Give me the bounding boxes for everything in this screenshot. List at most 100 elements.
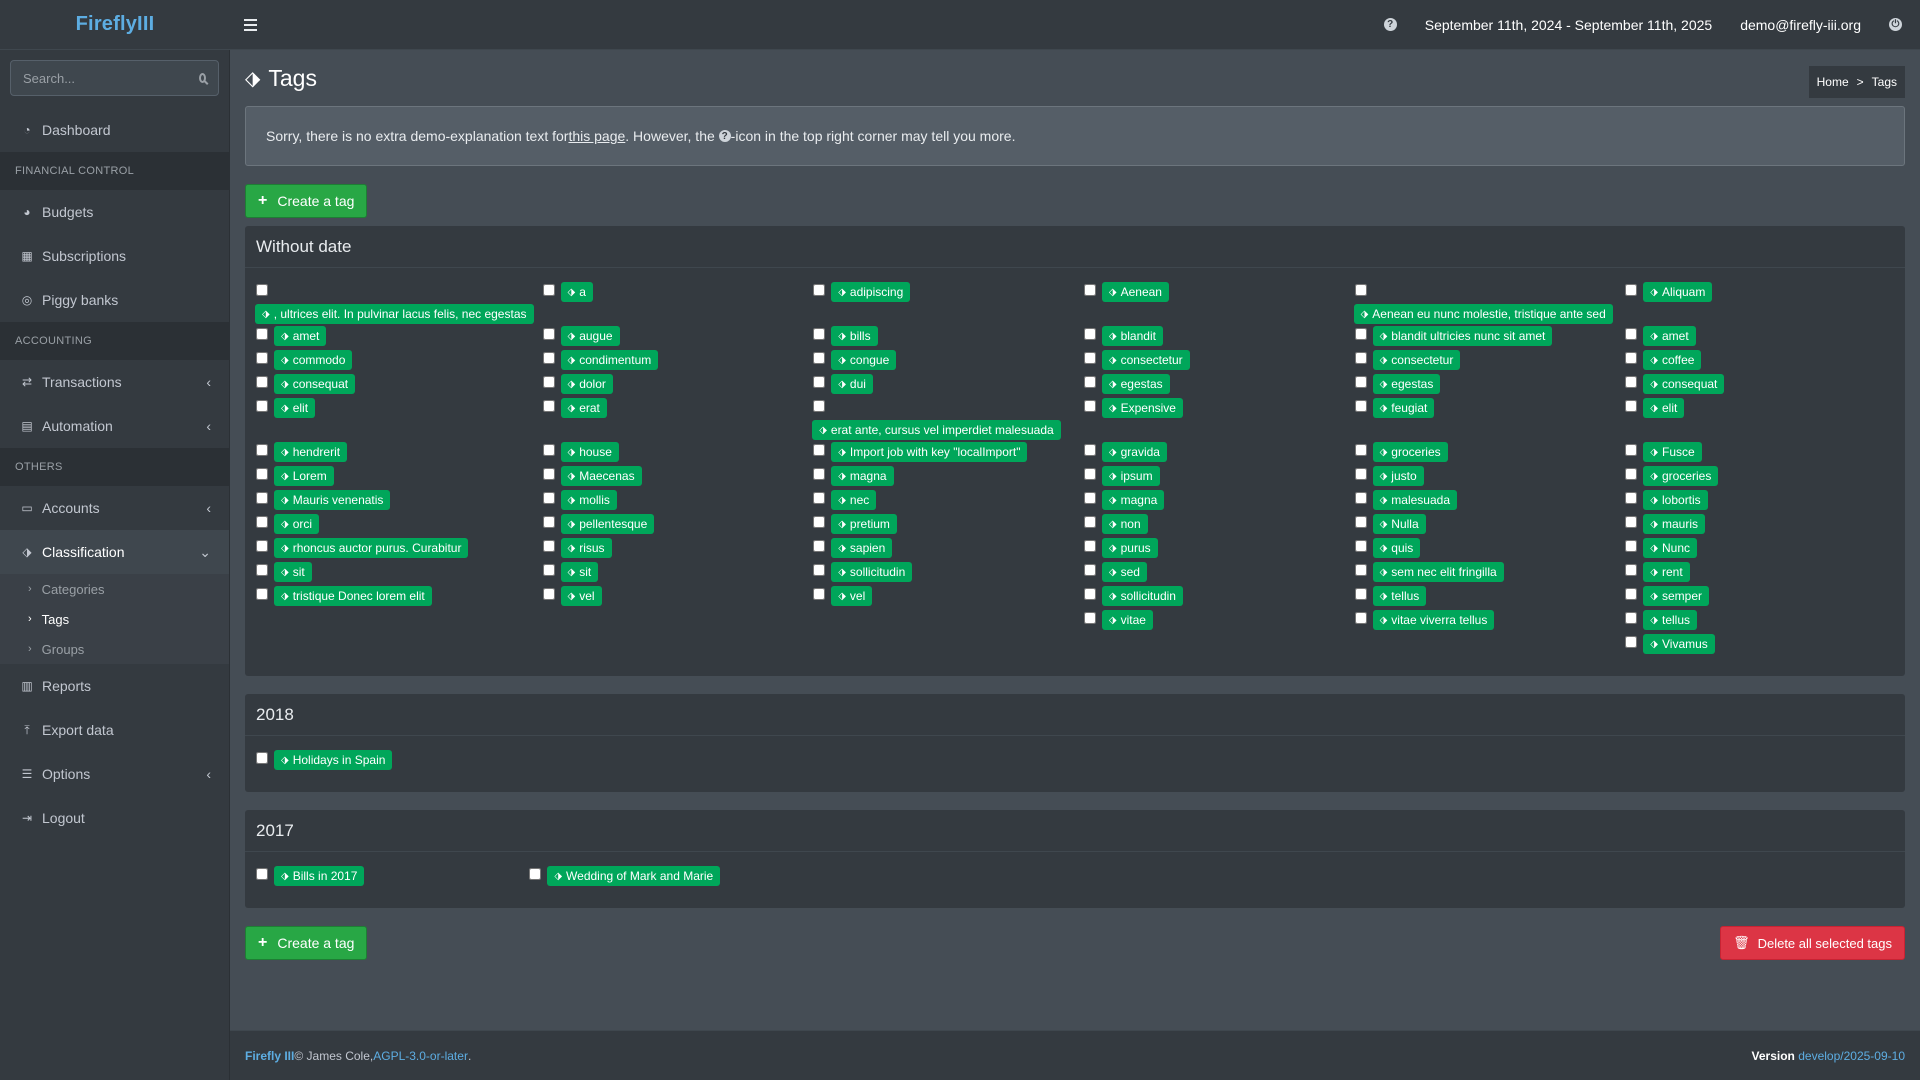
tag-label[interactable]: ⬗ consectetur [1101, 350, 1190, 370]
tag-checkbox[interactable] [542, 516, 555, 528]
search-icon[interactable] [199, 73, 206, 83]
tag-label[interactable]: ⬗ elit [274, 398, 316, 418]
tag-checkbox[interactable] [1354, 564, 1367, 576]
tag-label[interactable]: ⬗ groceries [1643, 466, 1719, 486]
tag-label[interactable]: ⬗ sit [560, 562, 599, 582]
tag-checkbox[interactable] [1354, 376, 1367, 388]
tag-label[interactable]: ⬗ amet [1643, 326, 1696, 346]
tag-label[interactable]: ⬗ bills [831, 326, 878, 346]
tag-label[interactable]: ⬗ erat [560, 398, 607, 418]
tag-checkbox[interactable] [1083, 612, 1096, 624]
tag-checkbox[interactable] [1625, 636, 1638, 648]
tag-label[interactable]: ⬗ vel [831, 586, 873, 606]
tag-label[interactable]: ⬗ magna [831, 466, 894, 486]
tag-label[interactable]: ⬗ non [1101, 514, 1148, 534]
tag-checkbox[interactable] [1083, 352, 1096, 364]
tag-label[interactable]: ⬗, ultrices elit. In pulvinar lacus feli… [255, 304, 534, 324]
tag-checkbox[interactable] [256, 400, 268, 412]
license-link[interactable]: AGPL-3.0-or-later [373, 1049, 468, 1063]
create-tag-button-bottom[interactable]: + Create a tag [245, 926, 368, 960]
tag-checkbox[interactable] [1354, 328, 1367, 340]
sidebar-item-export[interactable]: ⤒ Export data [0, 708, 229, 752]
version-link[interactable]: develop/2025-09-10 [1798, 1049, 1905, 1063]
tag-label[interactable]: ⬗ coffee [1643, 350, 1702, 370]
tag-checkbox[interactable] [813, 588, 826, 600]
tag-label[interactable]: ⬗ rent [1643, 562, 1690, 582]
tag-checkbox[interactable] [256, 376, 268, 388]
tag-checkbox[interactable] [1354, 612, 1367, 624]
sidebar-item-logout[interactable]: ⇥ Logout [0, 796, 229, 840]
tag-checkbox[interactable] [1625, 612, 1638, 624]
tag-checkbox[interactable] [813, 492, 826, 504]
tag-label[interactable]: ⬗ blandit ultricies nunc sit amet [1372, 326, 1553, 346]
tag-checkbox[interactable] [1083, 516, 1096, 528]
date-range-selector[interactable]: September 11th, 2024 - September 11th, 2… [1425, 17, 1712, 33]
footer-brand[interactable]: Firefly III [245, 1049, 294, 1063]
tag-checkbox[interactable] [256, 868, 268, 880]
sidebar-item-subscriptions[interactable]: ▦ Subscriptions [0, 234, 229, 278]
tag-label[interactable]: ⬗ Wedding of Mark and Marie [547, 866, 721, 886]
tag-label[interactable]: ⬗ justo [1372, 466, 1424, 486]
tag-checkbox[interactable] [1083, 444, 1096, 456]
tag-label[interactable]: ⬗ vitae viverra tellus [1372, 610, 1495, 630]
tag-checkbox[interactable] [1625, 540, 1638, 552]
tag-label[interactable]: ⬗ egestas [1372, 374, 1441, 394]
tag-label[interactable]: ⬗ consectetur [1372, 350, 1461, 370]
tag-label[interactable]: ⬗ tellus [1372, 586, 1427, 606]
tag-label[interactable]: ⬗ malesuada [1372, 490, 1458, 510]
tag-checkbox[interactable] [1354, 284, 1367, 296]
tag-label[interactable]: ⬗ dui [831, 374, 873, 394]
tag-checkbox[interactable] [542, 540, 555, 552]
tag-checkbox[interactable] [256, 588, 268, 600]
user-email[interactable]: demo@firefly-iii.org [1740, 17, 1861, 33]
delete-selected-tags-button[interactable]: 🗑 Delete all selected tags [1720, 926, 1905, 960]
tag-checkbox[interactable] [256, 516, 268, 528]
tag-label[interactable]: ⬗ amet [274, 326, 327, 346]
sidebar-item-automation[interactable]: ▤ Automation ‹ [0, 404, 229, 448]
tag-checkbox[interactable] [1083, 540, 1096, 552]
tag-checkbox[interactable] [542, 352, 555, 364]
create-tag-button[interactable]: + Create a tag [245, 184, 368, 218]
tag-checkbox[interactable] [813, 516, 826, 528]
tag-checkbox[interactable] [542, 284, 555, 296]
tag-label[interactable]: ⬗ sapien [831, 538, 893, 558]
tag-checkbox[interactable] [1354, 516, 1367, 528]
tag-checkbox[interactable] [256, 284, 268, 296]
tag-checkbox[interactable] [1625, 444, 1638, 456]
tag-checkbox[interactable] [256, 564, 268, 576]
tag-label[interactable]: ⬗ Maecenas [560, 466, 642, 486]
tag-label[interactable]: ⬗ Aenean eu nunc molestie, tristique ante… [1353, 304, 1613, 324]
tag-label[interactable]: ⬗ Mauris venenatis [274, 490, 391, 510]
tag-label[interactable]: ⬗ hendrerit [274, 442, 348, 462]
tag-checkbox[interactable] [1083, 376, 1096, 388]
sidebar-toggle-icon[interactable] [236, 11, 272, 39]
tag-label[interactable]: ⬗ tristique Donec lorem elit [274, 586, 432, 606]
tag-label[interactable]: ⬗ feugiat [1372, 398, 1435, 418]
tag-checkbox[interactable] [542, 328, 555, 340]
tag-checkbox[interactable] [542, 588, 555, 600]
tag-checkbox[interactable] [1083, 400, 1096, 412]
tag-label[interactable]: ⬗ consequat [1643, 374, 1725, 394]
tag-checkbox[interactable] [813, 352, 826, 364]
tag-checkbox[interactable] [1083, 284, 1096, 296]
tag-label[interactable]: ⬗ orci [274, 514, 320, 534]
tag-label[interactable]: ⬗ groceries [1372, 442, 1448, 462]
tag-checkbox[interactable] [813, 564, 826, 576]
tag-checkbox[interactable] [1083, 588, 1096, 600]
tag-checkbox[interactable] [256, 492, 268, 504]
tag-label[interactable]: ⬗ Bills in 2017 [274, 866, 365, 886]
tag-label[interactable]: ⬗ tellus [1643, 610, 1698, 630]
tag-checkbox[interactable] [542, 376, 555, 388]
tag-label[interactable]: ⬗ nec [831, 490, 877, 510]
tag-label[interactable]: ⬗ purus [1101, 538, 1158, 558]
callout-link[interactable]: this page [568, 128, 625, 144]
sidebar-item-groups[interactable]: › Groups [0, 634, 229, 664]
tag-checkbox[interactable] [1354, 540, 1367, 552]
tag-checkbox[interactable] [1083, 564, 1096, 576]
tag-label[interactable]: ⬗ Aliquam [1643, 282, 1713, 302]
tag-label[interactable]: ⬗ pretium [831, 514, 897, 534]
sidebar-item-transactions[interactable]: ⇄ Transactions ‹ [0, 360, 229, 404]
tag-label[interactable]: ⬗ sed [1101, 562, 1147, 582]
tag-checkbox[interactable] [813, 284, 826, 296]
tag-label[interactable]: ⬗ lobortis [1643, 490, 1708, 510]
